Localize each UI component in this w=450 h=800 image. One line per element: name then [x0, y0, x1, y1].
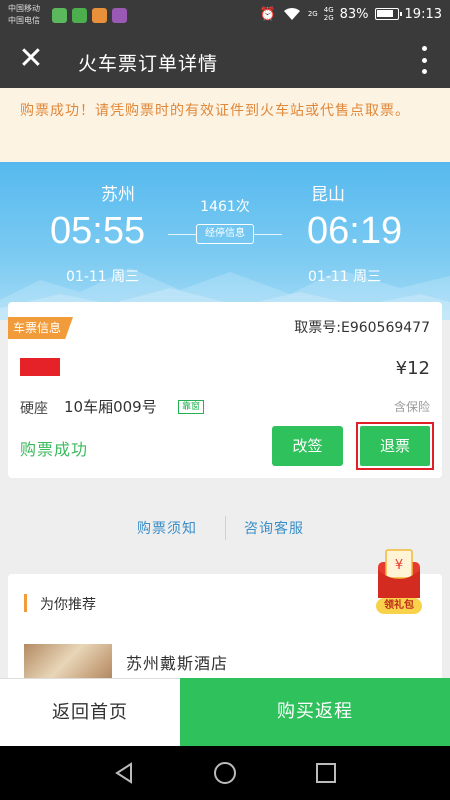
app-icon	[112, 8, 127, 23]
status-bar: 中国移动 中国电信 ⏰ 2G 4G 2G 83% 19:13	[0, 0, 450, 32]
pickup-code: 取票号:E960569477	[294, 320, 430, 336]
purchase-notice-link[interactable]: 购票须知	[137, 518, 197, 538]
back-icon[interactable]	[112, 761, 136, 785]
window-seat-tag: 靠窗	[178, 400, 205, 414]
trip-summary: 苏州 昆山 05:55 06:19 1461次 经停信息 01-11 周三 01…	[0, 162, 450, 320]
order-status: 购票成功	[20, 440, 89, 459]
gift-label: 领礼包	[376, 598, 422, 614]
net-label: 4G	[323, 6, 334, 14]
bottom-actions: 返回首页 购买返程	[0, 678, 450, 746]
recommend-title: 为你推荐	[40, 597, 96, 613]
notification-icons	[52, 8, 127, 23]
arrive-date: 01-11 周三	[308, 269, 382, 285]
ticket-card: 车票信息 取票号:E960569477 ¥12 硬座 10车厢009号 靠窗 含…	[8, 302, 442, 478]
net-label: 2G	[323, 14, 334, 22]
route-line	[254, 234, 282, 235]
section-marker	[24, 594, 27, 612]
refund-highlight: 退票	[356, 422, 434, 470]
alarm-icon: ⏰	[259, 6, 276, 22]
more-options-icon[interactable]	[420, 46, 428, 74]
close-icon[interactable]: ✕	[16, 44, 46, 74]
wechat-icon	[52, 8, 67, 23]
net-label: 2G	[307, 10, 318, 18]
gift-pack-button[interactable]: ¥ 领礼包	[372, 548, 426, 616]
hotel-name[interactable]: 苏州戴斯酒店	[126, 650, 228, 674]
app-icon	[72, 8, 87, 23]
purchase-notice-banner: 购票成功！请凭购票时的有效证件到火车站或代售点取票。	[0, 88, 450, 162]
status-indicators: ⏰ 2G 4G 2G 83% 19:13	[260, 6, 442, 22]
wifi-icon	[283, 7, 300, 21]
route-line	[168, 234, 196, 235]
refund-ticket-button[interactable]: 退票	[360, 426, 430, 466]
carrier-2: 中国电信	[8, 16, 40, 25]
customer-service-link[interactable]: 咨询客服	[244, 518, 304, 538]
seat-number: 10车厢009号	[64, 398, 157, 416]
carrier-1: 中国移动	[8, 4, 40, 13]
app-icon	[92, 8, 107, 23]
network-2: 4G 2G	[324, 6, 334, 22]
change-ticket-button[interactable]: 改签	[272, 426, 343, 466]
home-icon[interactable]	[213, 761, 237, 785]
page-title: 火车票订单详情	[78, 53, 219, 75]
depart-date: 01-11 周三	[66, 269, 140, 285]
divider	[225, 516, 226, 540]
network-1: 2G	[308, 10, 318, 18]
clock: 19:13	[404, 6, 442, 22]
help-links: 购票须知 咨询客服	[0, 510, 450, 546]
stops-info-button[interactable]: 经停信息	[196, 224, 254, 244]
passenger-name-redacted	[20, 358, 60, 376]
app-bar: ✕ 火车票订单详情	[0, 32, 450, 88]
depart-time: 05:55	[50, 210, 146, 252]
svg-text:¥: ¥	[395, 558, 403, 573]
back-home-button[interactable]: 返回首页	[0, 678, 180, 746]
ticket-price: ¥12	[395, 358, 430, 379]
system-nav-bar	[0, 746, 450, 800]
from-station: 苏州	[101, 185, 135, 205]
insurance-label: 含保险	[393, 400, 430, 414]
train-number: 1461次	[200, 199, 250, 215]
battery-percent: 83%	[339, 6, 369, 22]
red-packet-icon: ¥	[378, 549, 420, 598]
hotel-image[interactable]	[24, 644, 112, 680]
to-station: 昆山	[311, 185, 345, 205]
buy-return-button[interactable]: 购买返程	[180, 678, 450, 746]
seat-type: 硬座	[20, 401, 48, 417]
recent-apps-icon[interactable]	[314, 761, 338, 785]
carrier-info: 中国移动 中国电信	[8, 3, 40, 27]
arrive-time: 06:19	[307, 210, 403, 252]
ticket-info-badge: 车票信息	[8, 317, 74, 339]
battery-icon	[374, 8, 402, 20]
